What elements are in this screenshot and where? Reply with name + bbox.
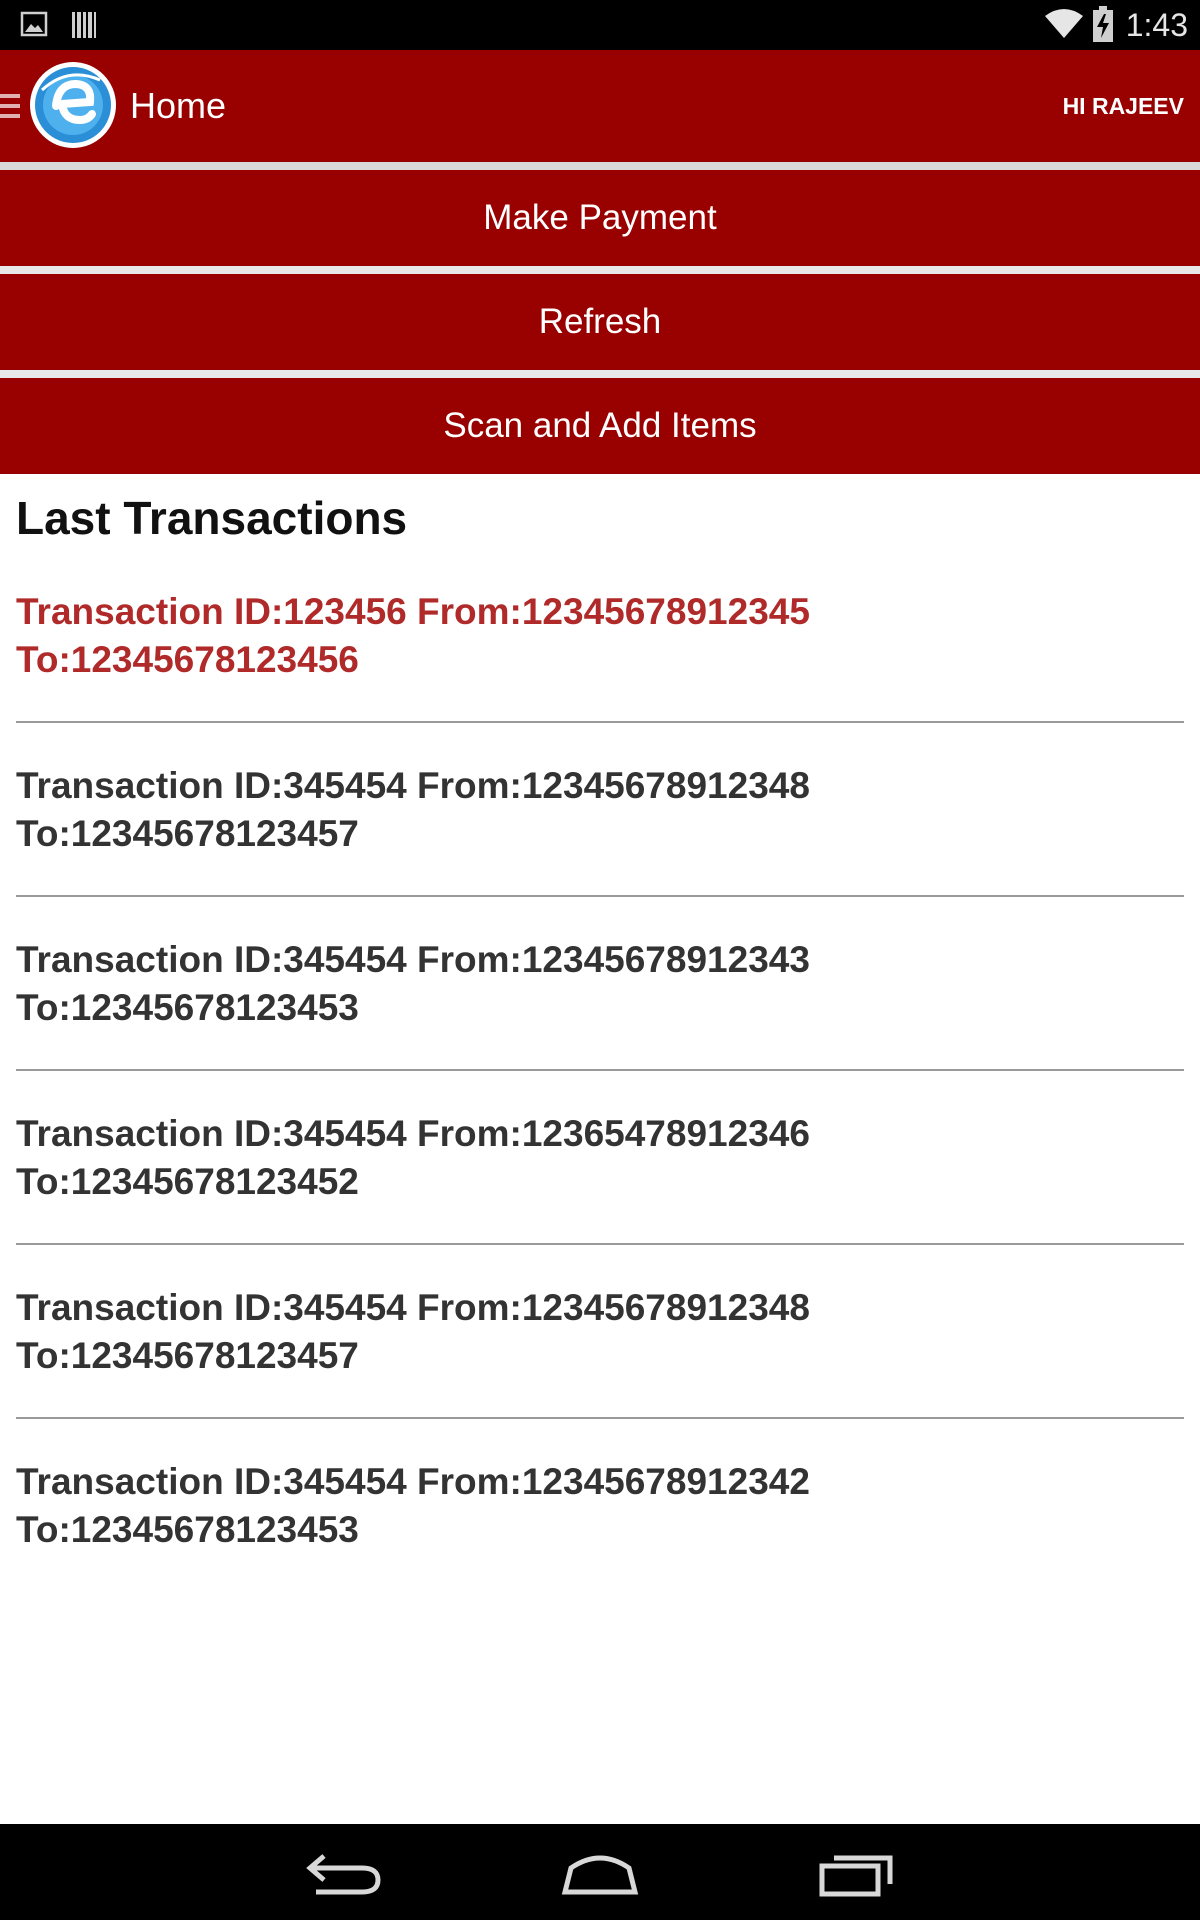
list-item[interactable]: Transaction ID:345454 From:1234567891234… <box>0 754 1200 928</box>
hamburger-icon[interactable] <box>0 92 22 122</box>
image-notification-icon <box>20 11 48 37</box>
transaction-id-line: Transaction ID:345454 From:1234567891234… <box>16 1461 810 1502</box>
list-item[interactable]: Transaction ID:345454 From:1234567891234… <box>0 928 1200 1102</box>
button-separator <box>0 266 1200 274</box>
transaction-id-line: Transaction ID:345454 From:1234567891234… <box>16 765 810 806</box>
list-item[interactable]: Transaction ID:345454 From:1234567891234… <box>0 1276 1200 1450</box>
divider <box>16 721 1184 723</box>
home-icon[interactable] <box>555 1844 645 1900</box>
refresh-button[interactable]: Refresh <box>0 274 1200 370</box>
back-icon[interactable] <box>298 1844 388 1900</box>
transaction-to-line: To:12345678123452 <box>16 1161 359 1202</box>
wifi-icon <box>1045 9 1083 38</box>
page-title: Home <box>130 85 227 126</box>
recents-icon[interactable] <box>812 1844 902 1900</box>
transaction-to-line: To:12345678123453 <box>16 1509 359 1550</box>
transaction-list: Transaction ID:123456 From:1234567891234… <box>0 580 1200 1624</box>
transaction-id-line: Transaction ID:345454 From:1236547891234… <box>16 1113 810 1154</box>
status-time: 1:43 <box>1125 7 1188 43</box>
list-item[interactable]: Transaction ID:345454 From:1234567891234… <box>0 1450 1200 1624</box>
list-item[interactable]: Transaction ID:345454 From:1236547891234… <box>0 1102 1200 1276</box>
transaction-to-line: To:12345678123457 <box>16 1335 359 1376</box>
transaction-id-line: Transaction ID:123456 From:1234567891234… <box>16 591 810 632</box>
user-greeting: HI RAJEEV <box>1062 93 1184 119</box>
divider <box>16 1417 1184 1419</box>
section-title: Last Transactions <box>16 492 408 544</box>
action-bar: Home HI RAJEEV <box>0 50 1200 162</box>
barcode-notification-icon <box>72 12 96 38</box>
scan-add-items-button[interactable]: Scan and Add Items <box>0 378 1200 474</box>
transaction-to-line: To:12345678123457 <box>16 813 359 854</box>
status-bar: 1:43 <box>0 0 1200 50</box>
divider <box>16 895 1184 897</box>
divider <box>16 1069 1184 1071</box>
transaction-id-line: Transaction ID:345454 From:1234567891234… <box>16 1287 810 1328</box>
transaction-to-line: To:12345678123456 <box>16 639 359 680</box>
make-payment-button[interactable]: Make Payment <box>0 170 1200 266</box>
list-item[interactable]: Transaction ID:123456 From:1234567891234… <box>0 580 1200 754</box>
divider <box>16 1243 1184 1245</box>
action-bar-shadow <box>0 162 1200 170</box>
e-logo-icon[interactable] <box>28 60 118 150</box>
transaction-to-line: To:12345678123453 <box>16 987 359 1028</box>
navigation-bar <box>0 1824 1200 1920</box>
transaction-id-line: Transaction ID:345454 From:1234567891234… <box>16 939 810 980</box>
battery-charging-icon <box>1093 6 1113 42</box>
button-separator <box>0 370 1200 378</box>
